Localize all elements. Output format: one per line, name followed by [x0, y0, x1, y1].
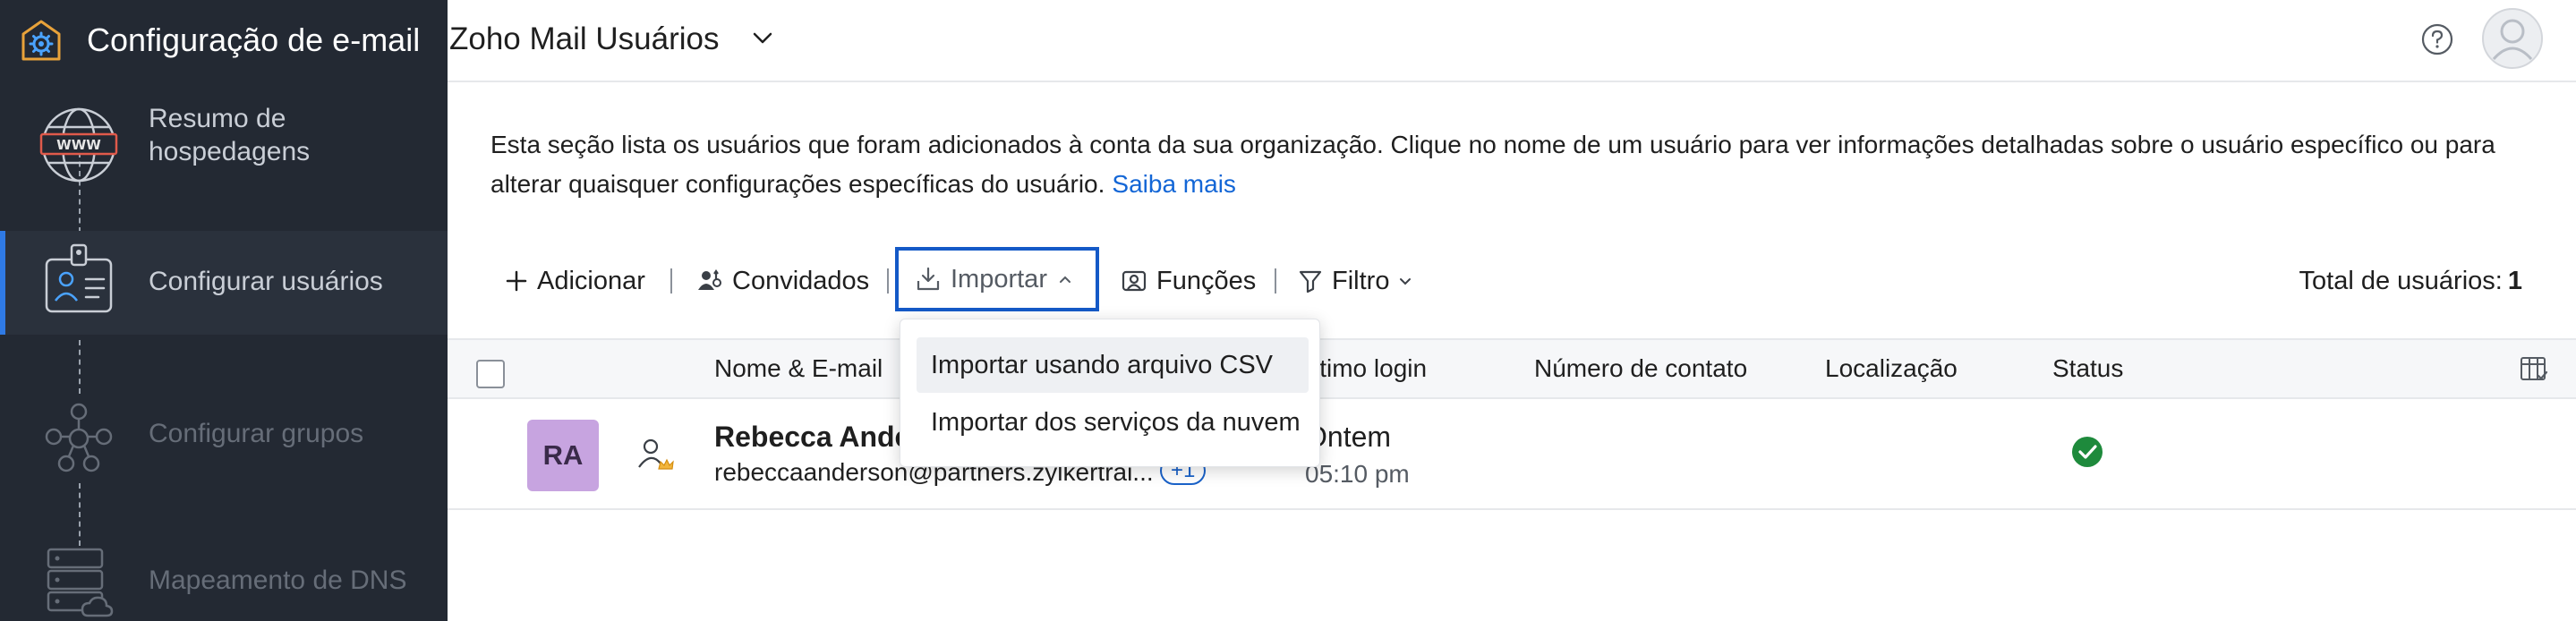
import-label: Importar	[951, 264, 1047, 293]
sidebar-step-configure-users[interactable]: Configurar usuários	[0, 231, 448, 335]
filter-label: Filtro	[1332, 266, 1390, 295]
description-text: Esta seção lista os usuários que foram a…	[490, 131, 2495, 198]
filter-button[interactable]: Filtro	[1298, 256, 1414, 306]
sidebar-step-label: Mapeamento de DNS	[149, 566, 407, 595]
svg-text:WWW: WWW	[56, 137, 101, 153]
page-title[interactable]: Zoho Mail Usuários	[449, 21, 720, 57]
page-description: Esta seção lista os usuários que foram a…	[490, 125, 2513, 204]
sidebar-step-label: Resumo de hospedagens	[149, 104, 311, 166]
group-network-icon	[45, 403, 113, 472]
app-title: Configuração de e-mail	[87, 21, 421, 58]
www-globe-icon: WWW	[39, 107, 118, 183]
total-users-label: Total de usuários:	[2299, 267, 2503, 295]
import-dropdown-menu: Importar usando arquivo CSV Importar dos…	[900, 319, 1320, 467]
user-initials-avatar: RA	[527, 420, 599, 491]
toolbar: Adicionar Convidados Funções Filtro	[490, 256, 2533, 306]
menu-item-import-csv[interactable]: Importar usando arquivo CSV	[917, 337, 1309, 393]
toolbar-divider	[887, 268, 889, 293]
invited-users-icon	[698, 269, 721, 290]
import-icon	[917, 267, 940, 291]
menu-item-import-cloud[interactable]: Importar dos serviços da nuvem	[917, 395, 1309, 450]
sidebar-step-hosting-summary[interactable]: WWW Resumo de hospedagens	[0, 93, 448, 200]
roles-icon	[1122, 270, 1147, 292]
invited-label: Convidados	[732, 266, 870, 295]
total-users-count: 1	[2507, 267, 2522, 295]
sidebar-step-configure-groups[interactable]: Configurar grupos	[0, 390, 448, 498]
column-header-name[interactable]: Nome & E-mail	[714, 354, 883, 383]
active-indicator	[0, 231, 5, 335]
invited-button[interactable]: Convidados	[696, 256, 869, 306]
chevron-down-icon	[1400, 278, 1412, 285]
table-header: Nome & E-mail ltimo login Número de cont…	[448, 338, 2576, 399]
roles-label: Funções	[1156, 266, 1257, 295]
column-header-location[interactable]: Localização	[1825, 354, 1958, 383]
toolbar-divider	[670, 268, 672, 293]
step-connector	[79, 340, 81, 394]
toolbar-divider	[1275, 268, 1276, 293]
import-button[interactable]: Importar	[895, 247, 1099, 311]
plus-icon	[506, 270, 527, 292]
filter-icon	[1299, 270, 1322, 293]
chevron-up-icon	[1059, 276, 1070, 283]
user-id-card-icon	[45, 243, 113, 313]
add-label: Adicionar	[537, 266, 645, 295]
dns-server-icon	[47, 548, 114, 617]
user-avatar-icon[interactable]	[2481, 7, 2544, 70]
app-header: Configuração de e-mail	[0, 0, 448, 81]
learn-more-link[interactable]: Saiba mais	[1112, 170, 1236, 198]
column-header-status[interactable]: Status	[2052, 354, 2123, 383]
admin-user-icon	[638, 438, 674, 470]
sidebar-step-label: Configurar usuários	[149, 267, 383, 296]
column-header-last-login[interactable]: ltimo login	[1314, 354, 1427, 383]
status-active-icon	[2072, 437, 2103, 467]
column-settings-icon[interactable]	[2519, 354, 2549, 385]
help-circle-icon[interactable]	[2420, 22, 2454, 56]
settings-house-icon	[21, 20, 61, 61]
select-all-checkbox[interactable]	[476, 360, 505, 388]
table-row[interactable]: RA Rebecca Ande rebeccaanderson@partners…	[448, 399, 2576, 510]
total-users: Total de usuários: 1	[2299, 267, 2522, 296]
add-button[interactable]: Adicionar	[505, 256, 645, 306]
sidebar: Configuração de e-mail WWW Resumo de hos…	[0, 0, 448, 621]
last-login-time: 05:10 pm	[1305, 460, 1410, 488]
roles-button[interactable]: Funções	[1121, 256, 1256, 306]
column-header-phone[interactable]: Número de contato	[1534, 354, 1747, 383]
sidebar-step-dns-mapping[interactable]: Mapeamento de DNS	[0, 537, 448, 621]
sidebar-step-label: Configurar grupos	[149, 419, 364, 448]
user-name-link[interactable]: Rebecca Ande	[714, 421, 910, 454]
top-bar: Zoho Mail Usuários	[448, 0, 2576, 82]
chevron-down-icon[interactable]	[749, 25, 776, 52]
